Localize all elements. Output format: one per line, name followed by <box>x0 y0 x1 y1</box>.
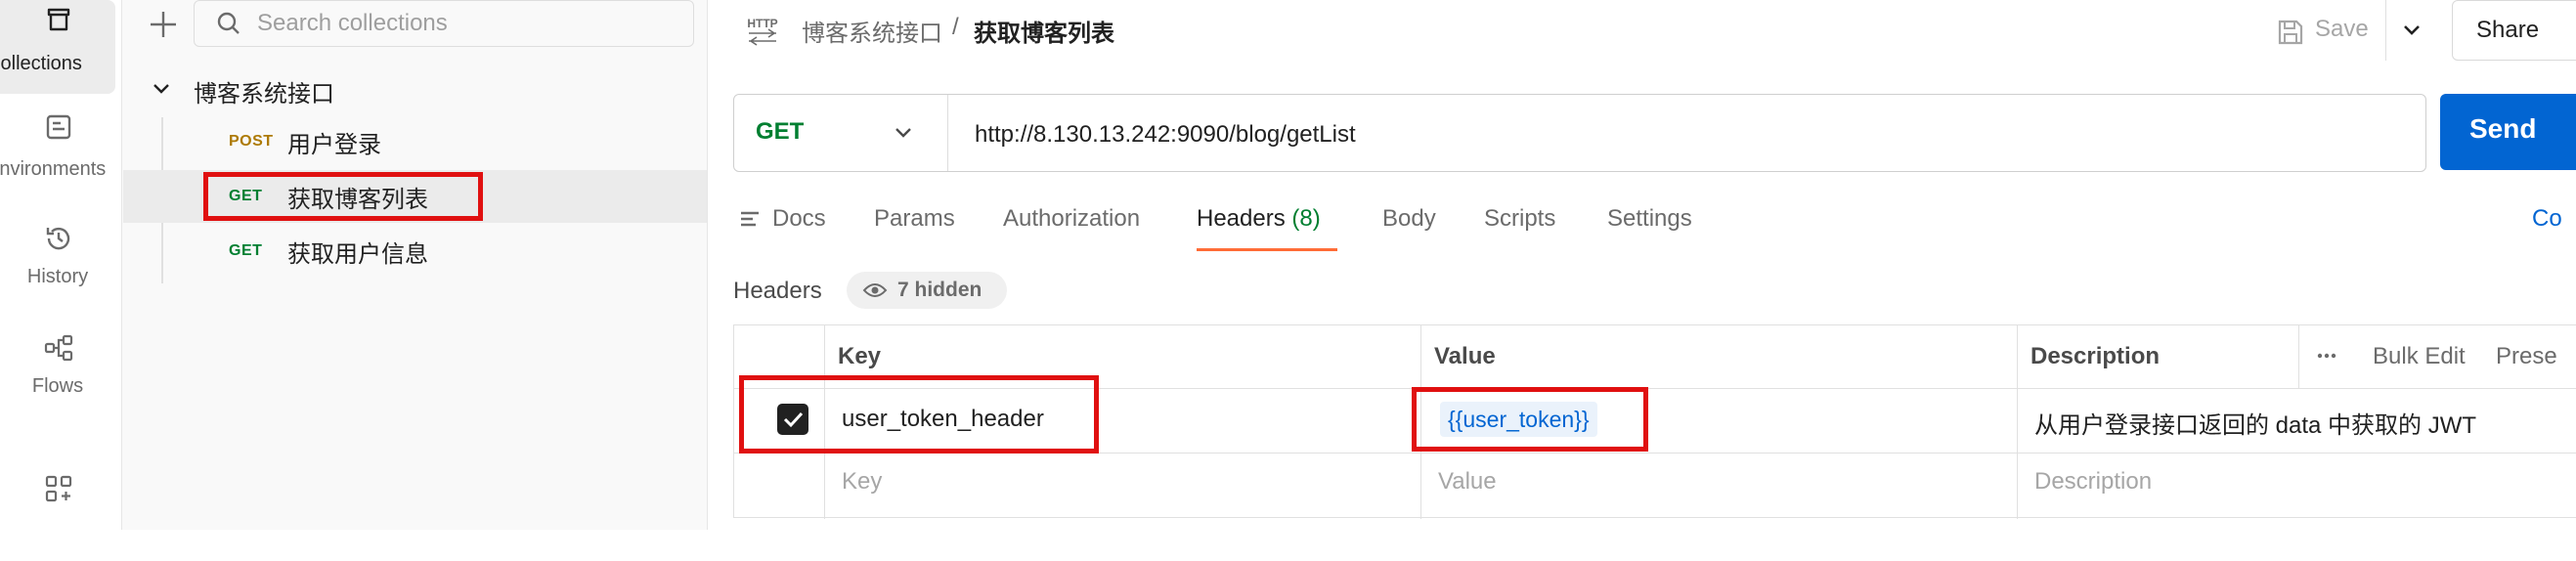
new-value-placeholder[interactable]: Value <box>1438 468 1497 496</box>
save-label: Save <box>2315 16 2369 42</box>
history-icon <box>43 223 74 254</box>
docs-icon <box>739 209 761 231</box>
rail-label: Environments <box>0 158 107 180</box>
new-key-placeholder[interactable]: Key <box>842 468 882 496</box>
divider <box>2385 0 2386 61</box>
presets-button[interactable]: Prese <box>2496 343 2557 370</box>
method-badge: POST <box>229 133 274 150</box>
column-header-description: Description <box>2030 343 2161 369</box>
flows-icon <box>43 332 74 364</box>
search-collections[interactable] <box>194 0 694 47</box>
search-input[interactable] <box>255 5 679 42</box>
tab-body[interactable]: Body <box>1382 205 1436 233</box>
tab-settings[interactable]: Settings <box>1607 205 1692 233</box>
headers-count: (8) <box>1291 205 1321 232</box>
request-name: 用户登录 <box>287 132 381 158</box>
plus-icon <box>151 12 176 37</box>
rail-history[interactable]: History <box>0 223 115 311</box>
url-bar: GET <box>733 94 2426 172</box>
rail-label: Collections <box>0 53 82 74</box>
bulk-edit-button[interactable]: Bulk Edit <box>2373 343 2466 370</box>
highlight-box <box>739 375 1099 453</box>
svg-text:HTTP: HTTP <box>747 17 777 30</box>
highlight-box <box>203 172 483 221</box>
collections-icon <box>43 4 74 35</box>
rail-collections[interactable]: Collections <box>0 0 115 94</box>
rail-environments[interactable]: Environments <box>0 111 115 199</box>
tab-params[interactable]: Params <box>874 205 955 233</box>
more-options-icon[interactable] <box>2316 345 2337 367</box>
request-name: 获取用户信息 <box>287 241 428 268</box>
save-options-button[interactable] <box>2397 16 2436 49</box>
section-title: Headers <box>733 278 822 304</box>
col-divider <box>2298 325 2299 388</box>
active-tab-indicator <box>1197 248 1337 251</box>
environments-icon <box>43 111 74 143</box>
tab-docs[interactable]: Docs <box>739 205 826 233</box>
http-icon: HTTP <box>743 14 782 47</box>
rail-apps[interactable] <box>0 473 115 561</box>
tab-headers[interactable]: Headers (8) <box>1197 205 1321 233</box>
send-button[interactable]: Send <box>2440 94 2576 170</box>
rail-label: Flows <box>31 375 84 397</box>
cookies-link[interactable]: Co <box>2532 205 2562 233</box>
eye-icon <box>862 281 888 299</box>
save-icon <box>2276 18 2305 47</box>
collection-name: 博客系统接口 <box>194 81 334 108</box>
header-description-cell[interactable]: 从用户登录接口返回的 data 中获取的 JWT <box>2034 406 2476 440</box>
hidden-headers-toggle[interactable]: 7 hidden <box>847 272 1007 309</box>
col-divider <box>2017 325 2018 519</box>
method-value: GET <box>756 118 805 145</box>
save-button[interactable]: Save <box>2268 12 2385 51</box>
icon-rail: Collections Environments History Flows <box>0 0 122 530</box>
rail-label: History <box>26 266 89 287</box>
tab-label: Docs <box>772 205 826 232</box>
tab-label: Headers <box>1197 205 1286 232</box>
rail-flows[interactable]: Flows <box>0 332 115 420</box>
apps-icon <box>43 473 74 504</box>
chevron-down-icon[interactable] <box>151 78 172 100</box>
tab-authorization[interactable]: Authorization <box>1003 205 1140 233</box>
chevron-down-icon <box>891 120 916 146</box>
collection-row[interactable]: 博客系统接口 <box>123 63 707 115</box>
share-label: Share <box>2476 17 2540 43</box>
url-input[interactable] <box>973 114 2404 155</box>
method-badge: GET <box>229 242 263 259</box>
highlight-box <box>1412 387 1648 452</box>
request-item[interactable]: POST 用户登录 <box>123 115 707 168</box>
new-description-placeholder[interactable]: Description <box>2034 468 2152 496</box>
send-label: Send <box>2469 113 2537 144</box>
method-select[interactable]: GET <box>734 95 948 171</box>
request-item[interactable]: GET 获取用户信息 <box>123 225 707 278</box>
request-title[interactable]: 获取博客列表 <box>974 14 1114 48</box>
chevron-down-icon <box>2404 25 2420 35</box>
column-header-value: Value <box>1434 343 1496 369</box>
share-button[interactable]: Share <box>2452 0 2576 61</box>
new-collection-button[interactable] <box>147 8 180 41</box>
search-icon <box>216 11 241 36</box>
breadcrumb-parent[interactable]: 博客系统接口 <box>802 14 942 48</box>
breadcrumb-separator: / <box>952 14 959 40</box>
hidden-count: 7 hidden <box>897 279 982 301</box>
tab-scripts[interactable]: Scripts <box>1484 205 1555 233</box>
column-header-key: Key <box>838 343 882 369</box>
